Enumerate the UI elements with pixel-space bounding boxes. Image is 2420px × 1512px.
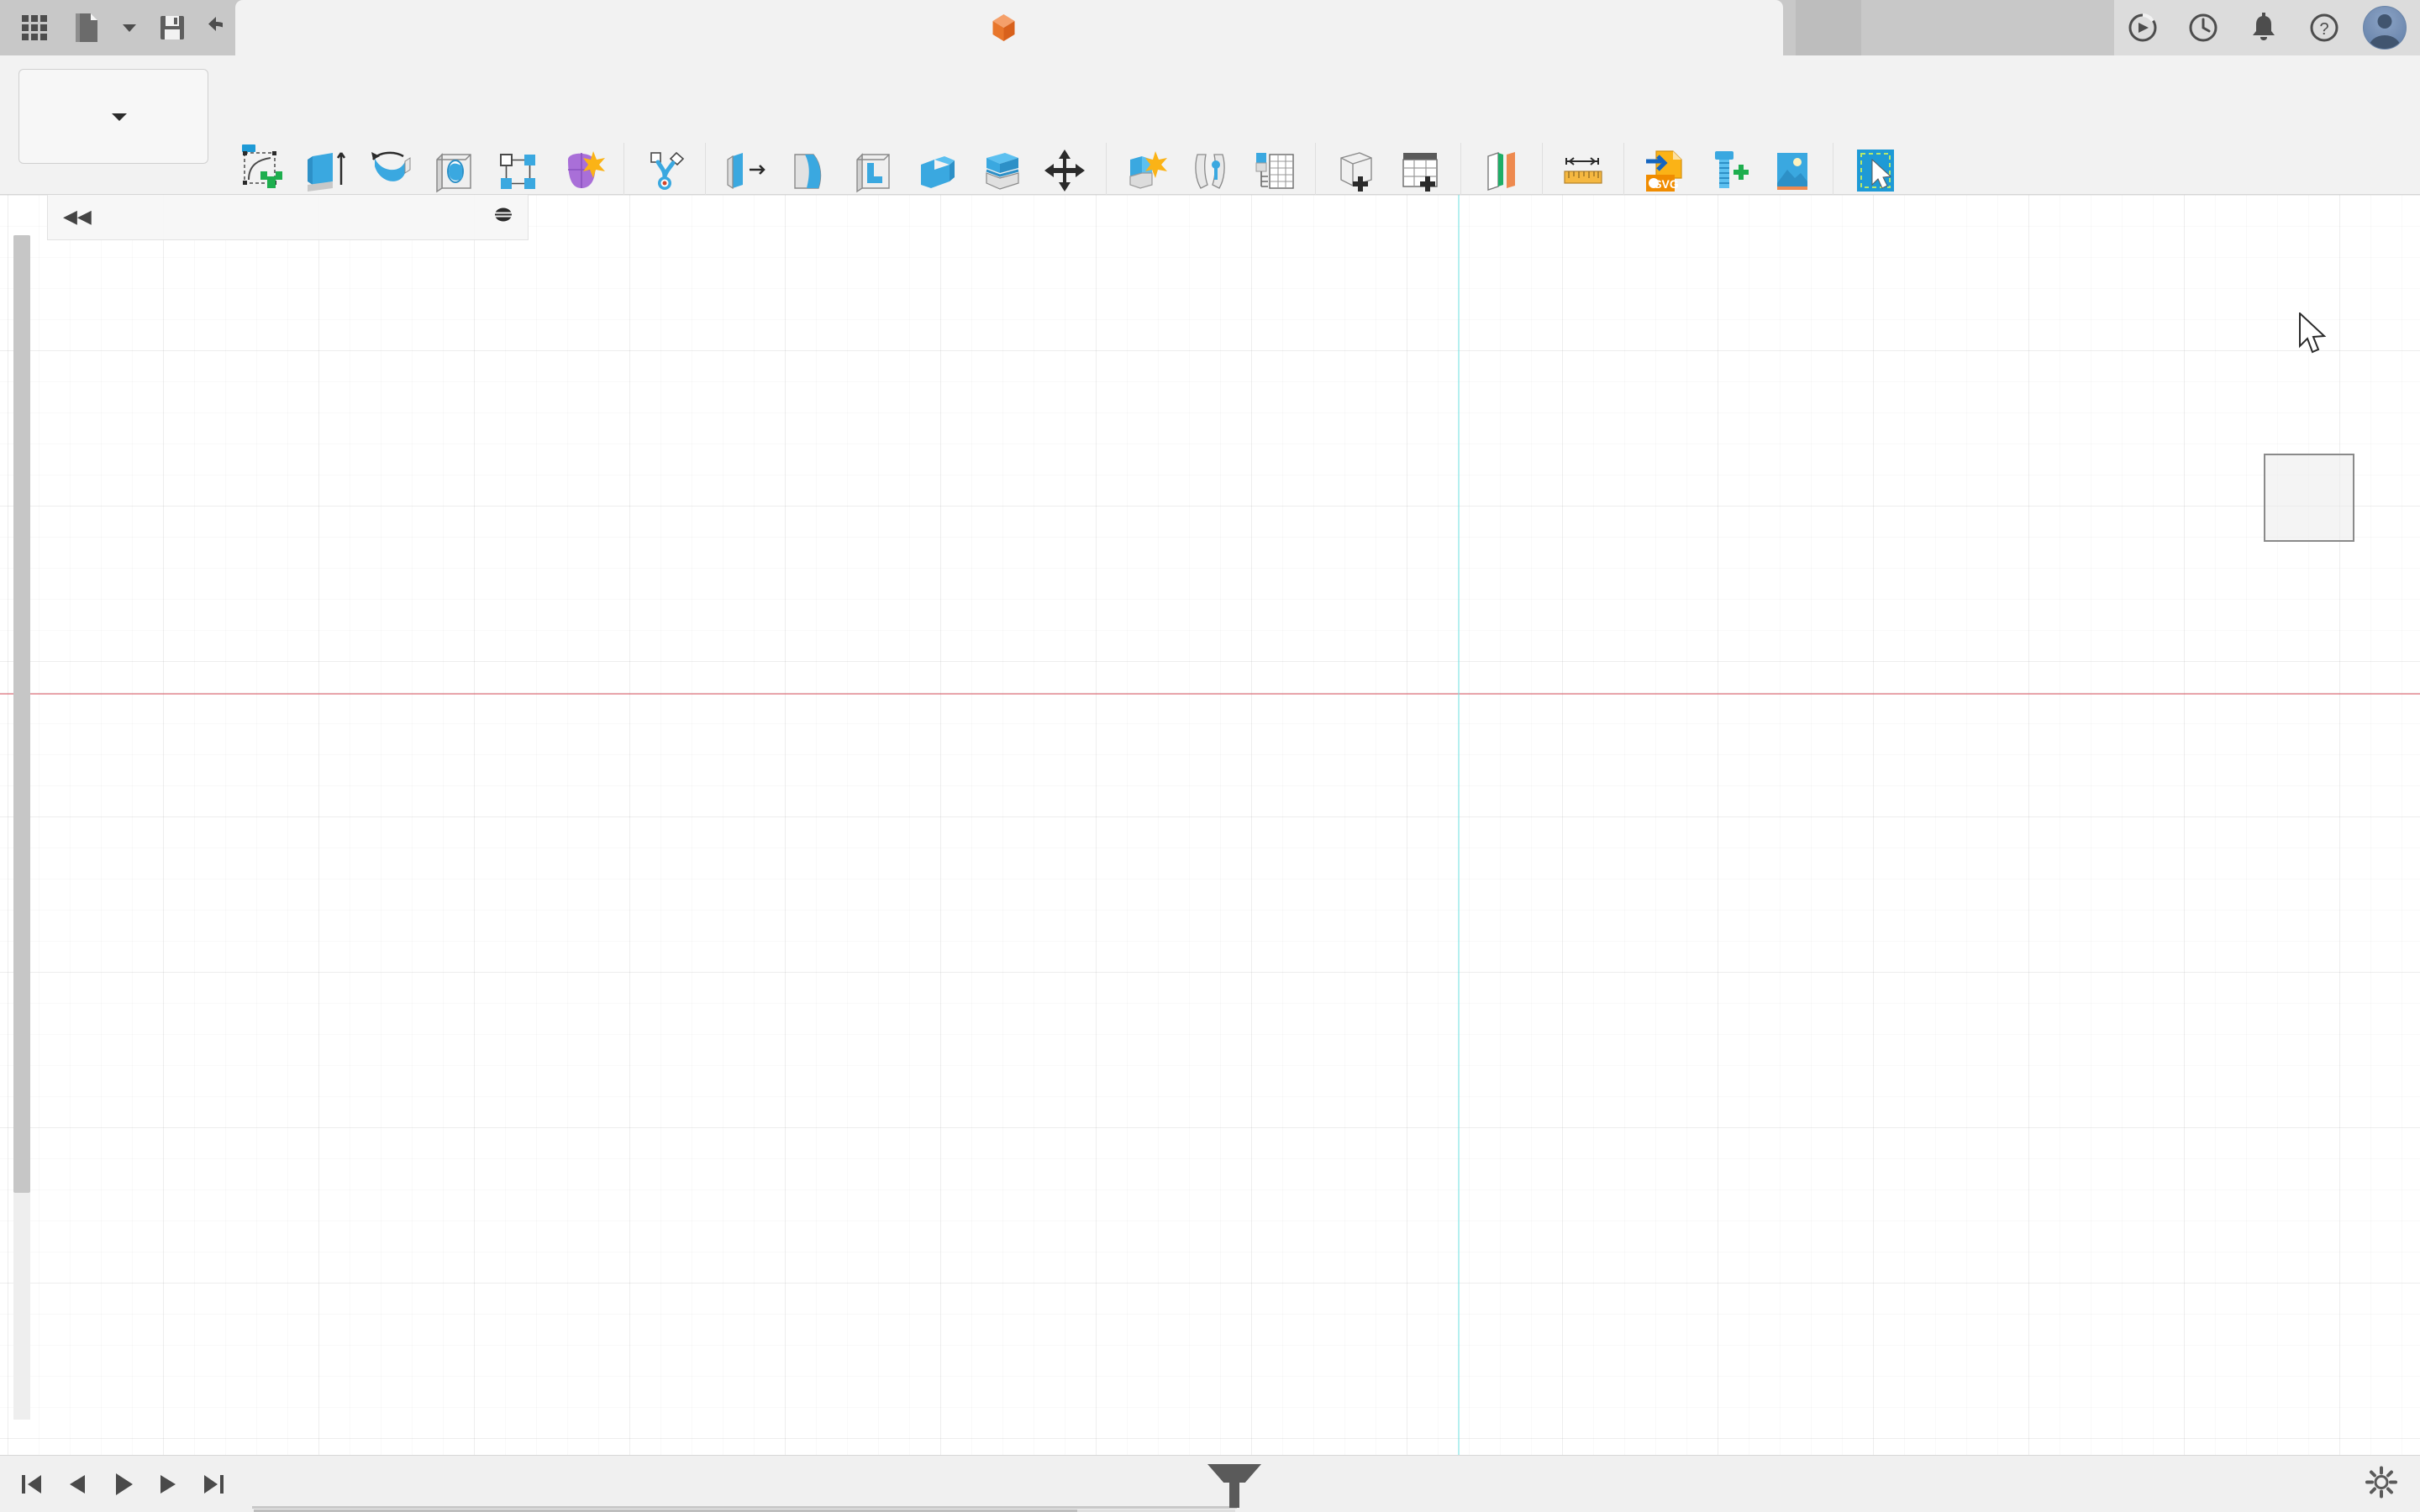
- insert-svg-icon[interactable]: SVG: [1634, 143, 1695, 202]
- design-canvas[interactable]: ◀◀: [0, 195, 2420, 1455]
- step-back-icon[interactable]: [57, 1461, 97, 1508]
- svg-text:SVG: SVG: [1654, 177, 1679, 191]
- history-icon[interactable]: [2175, 0, 2232, 55]
- chevron-down-icon: [112, 113, 127, 121]
- title-bar: ?: [0, 0, 2420, 55]
- cad-model[interactable]: [0, 195, 2420, 1455]
- save-icon[interactable]: [146, 2, 198, 54]
- create-form-icon[interactable]: [553, 143, 613, 202]
- go-to-start-icon[interactable]: [12, 1461, 52, 1508]
- help-icon[interactable]: ?: [2296, 0, 2353, 55]
- configure-component-icon[interactable]: [1326, 143, 1386, 202]
- ribbon-tab-list: [225, 108, 555, 152]
- document-tab[interactable]: [235, 0, 1783, 55]
- ribbon: ▾: [0, 55, 2420, 237]
- configure-table-icon[interactable]: [1390, 143, 1450, 202]
- workspace-selector[interactable]: [18, 69, 208, 164]
- timeline: [0, 1455, 2420, 1512]
- tab-surface[interactable]: [272, 108, 319, 141]
- press-pull-icon[interactable]: [716, 143, 776, 202]
- new-file-icon[interactable]: [60, 2, 113, 54]
- joint-icon[interactable]: [1181, 143, 1241, 202]
- automate-generative-icon[interactable]: [634, 143, 695, 202]
- play-icon[interactable]: [103, 1461, 143, 1508]
- notifications-icon[interactable]: [2235, 0, 2292, 55]
- tab-solid[interactable]: [225, 108, 272, 152]
- panel-menu-icon[interactable]: [492, 204, 514, 230]
- new-component-icon[interactable]: [1117, 143, 1177, 202]
- timeline-end-marker[interactable]: [1229, 1464, 1239, 1508]
- tab-mesh[interactable]: [319, 108, 366, 141]
- revolve-icon[interactable]: [361, 143, 422, 202]
- avatar[interactable]: [2356, 0, 2413, 55]
- combine-icon[interactable]: [908, 143, 968, 202]
- job-status-icon[interactable]: [2114, 0, 2171, 55]
- shell-icon[interactable]: [844, 143, 904, 202]
- title-bar-actions: ?: [2114, 0, 2420, 55]
- measure-icon[interactable]: [1553, 143, 1613, 202]
- collapse-left-icon[interactable]: ◀◀: [63, 207, 92, 226]
- tab-plastic[interactable]: [413, 108, 460, 141]
- pattern-icon[interactable]: [489, 143, 550, 202]
- mouse-pointer: [2297, 311, 2331, 360]
- offset-plane-icon[interactable]: [1471, 143, 1532, 202]
- svg-text:?: ?: [2319, 20, 2328, 39]
- create-sketch-icon[interactable]: [234, 143, 294, 202]
- insert-mcmaster-icon[interactable]: [1698, 143, 1759, 202]
- timeline-playback-controls: [12, 1461, 234, 1508]
- new-file-dropdown-caret[interactable]: [113, 2, 146, 54]
- tab-utilities[interactable]: [460, 108, 508, 141]
- bom-icon[interactable]: [1244, 143, 1305, 202]
- timeline-rail: [252, 1506, 1237, 1509]
- document-title: [992, 13, 1028, 42]
- browser-header: ◀◀: [47, 195, 529, 240]
- insert-image-icon[interactable]: [1762, 143, 1823, 202]
- tab-manage[interactable]: [508, 108, 555, 141]
- extrude-icon[interactable]: [297, 143, 358, 202]
- fillet-icon[interactable]: [780, 143, 840, 202]
- go-to-end-icon[interactable]: [193, 1461, 234, 1508]
- document-tab-strip: [223, 0, 2420, 55]
- offset-face-icon[interactable]: [971, 143, 1032, 202]
- timeline-settings-icon[interactable]: [2365, 1465, 2398, 1503]
- app-grid-icon[interactable]: [8, 2, 60, 54]
- step-forward-icon[interactable]: [148, 1461, 188, 1508]
- new-tab-button[interactable]: [1796, 0, 1861, 55]
- move-copy-icon[interactable]: [1035, 143, 1096, 202]
- fusion-document-icon: [992, 14, 1015, 41]
- select-arrow-icon[interactable]: [1844, 143, 1904, 202]
- tab-sheet-metal[interactable]: [366, 108, 413, 141]
- hole-icon[interactable]: [425, 143, 486, 202]
- view-cube[interactable]: [2264, 454, 2354, 542]
